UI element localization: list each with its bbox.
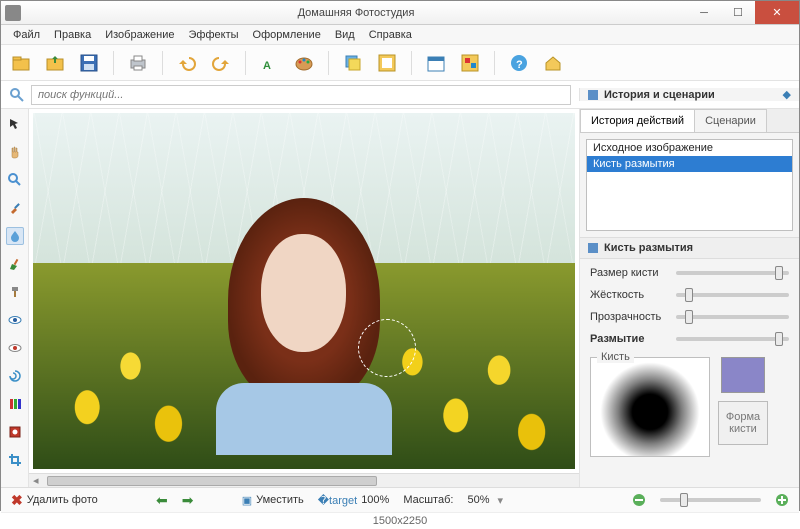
color-swatch[interactable]	[721, 357, 765, 393]
window-title: Домашняя Фотостудия	[25, 7, 687, 19]
label-opacity: Прозрачность	[590, 311, 668, 323]
print-icon[interactable]	[126, 51, 150, 75]
slider-hardness[interactable]	[676, 293, 789, 297]
history-menu-icon[interactable]: ◆	[783, 88, 791, 101]
canvas[interactable]	[29, 109, 579, 473]
tool-pointer[interactable]	[6, 115, 24, 133]
tool-brush[interactable]	[6, 199, 24, 217]
menu-file[interactable]: Файл	[7, 27, 46, 43]
tab-history[interactable]: История действий	[580, 109, 695, 132]
svg-text:?: ?	[516, 59, 523, 71]
tool-levels[interactable]	[6, 395, 24, 413]
brush-group-label: Кисть	[597, 351, 634, 363]
palette-icon[interactable]	[292, 51, 316, 75]
tool-pencil[interactable]	[6, 255, 24, 273]
menu-decorate[interactable]: Оформление	[247, 27, 327, 43]
slider-blur[interactable]	[676, 337, 789, 341]
tool-hand[interactable]	[6, 143, 24, 161]
menu-help[interactable]: Справка	[363, 27, 418, 43]
export-icon[interactable]	[43, 51, 67, 75]
titlebar: Домашняя Фотостудия ─ ☐ ✕	[1, 1, 799, 25]
svg-text:A: A	[263, 60, 271, 72]
status-bar: ✖Удалить фото ⬅ ➡ ▣Уместить �target100% …	[1, 487, 799, 512]
open-icon[interactable]	[9, 51, 33, 75]
scale-value[interactable]: 50%▾	[467, 494, 503, 507]
tool-stamp[interactable]	[6, 423, 24, 441]
app-icon	[5, 5, 21, 21]
brush-panel-title: Кисть размытия	[604, 242, 693, 254]
horizontal-scrollbar[interactable]: ◂	[29, 473, 579, 487]
prev-button[interactable]: ⬅	[156, 492, 168, 509]
menubar: Файл Правка Изображение Эффекты Оформлен…	[1, 25, 799, 45]
menu-view[interactable]: Вид	[329, 27, 361, 43]
undo-icon[interactable]	[175, 51, 199, 75]
menu-image[interactable]: Изображение	[99, 27, 180, 43]
collage-icon[interactable]	[458, 51, 482, 75]
history-item[interactable]: Исходное изображение	[587, 140, 792, 156]
tool-palette	[1, 109, 29, 487]
scale-label: Масштаб:	[403, 494, 453, 506]
tool-eye[interactable]	[6, 311, 24, 329]
help-icon[interactable]: ?	[507, 51, 531, 75]
history-list[interactable]: Исходное изображение Кисть размытия	[586, 139, 793, 231]
next-button[interactable]: ➡	[182, 492, 194, 509]
brush-shape-button[interactable]: Форма кисти	[718, 401, 768, 445]
right-panel: История действий Сценарии Исходное изобр…	[579, 109, 799, 487]
slider-brush-size[interactable]	[676, 271, 789, 275]
panel-collapse-icon[interactable]	[588, 243, 598, 253]
tab-scenarios[interactable]: Сценарии	[694, 109, 767, 132]
label-blur: Размытие	[590, 333, 668, 345]
calendar-icon[interactable]	[424, 51, 448, 75]
minimize-button[interactable]: ─	[687, 1, 721, 24]
label-hardness: Жёсткость	[590, 289, 668, 301]
history-panel-title: История и сценарии	[604, 89, 777, 101]
home-icon[interactable]	[541, 51, 565, 75]
delete-photo-button[interactable]: ✖Удалить фото	[11, 492, 98, 509]
label-brush-size: Размер кисти	[590, 267, 668, 279]
tool-blur-brush[interactable]	[6, 227, 24, 245]
tool-swirl[interactable]	[6, 367, 24, 385]
tool-crop[interactable]	[6, 451, 24, 469]
slider-opacity[interactable]	[676, 315, 789, 319]
search-input[interactable]	[31, 85, 571, 105]
frame-icon[interactable]	[375, 51, 399, 75]
zoom-out-button[interactable]	[632, 493, 646, 507]
tool-clone[interactable]	[6, 283, 24, 301]
text-icon[interactable]: A	[258, 51, 282, 75]
photo-preview	[33, 113, 575, 469]
search-icon	[9, 87, 25, 103]
tool-zoom[interactable]	[6, 171, 24, 189]
maximize-button[interactable]: ☐	[721, 1, 755, 24]
zoom-slider[interactable]	[660, 498, 761, 502]
zoom-reset-button[interactable]: �target100%	[318, 494, 390, 507]
history-collapse-icon[interactable]	[588, 90, 598, 100]
fit-button[interactable]: ▣Уместить	[242, 494, 304, 507]
menu-edit[interactable]: Правка	[48, 27, 97, 43]
redo-icon[interactable]	[209, 51, 233, 75]
main-toolbar: A ?	[1, 45, 799, 81]
save-icon[interactable]	[77, 51, 101, 75]
menu-effects[interactable]: Эффекты	[183, 27, 245, 43]
layers-icon[interactable]	[341, 51, 365, 75]
dimensions-bar: 1500x2250	[1, 512, 799, 528]
tool-redeye[interactable]	[6, 339, 24, 357]
close-button[interactable]: ✕	[755, 1, 799, 24]
brush-preview: Кисть	[590, 357, 710, 457]
zoom-in-button[interactable]	[775, 493, 789, 507]
history-item-selected[interactable]: Кисть размытия	[587, 156, 792, 172]
